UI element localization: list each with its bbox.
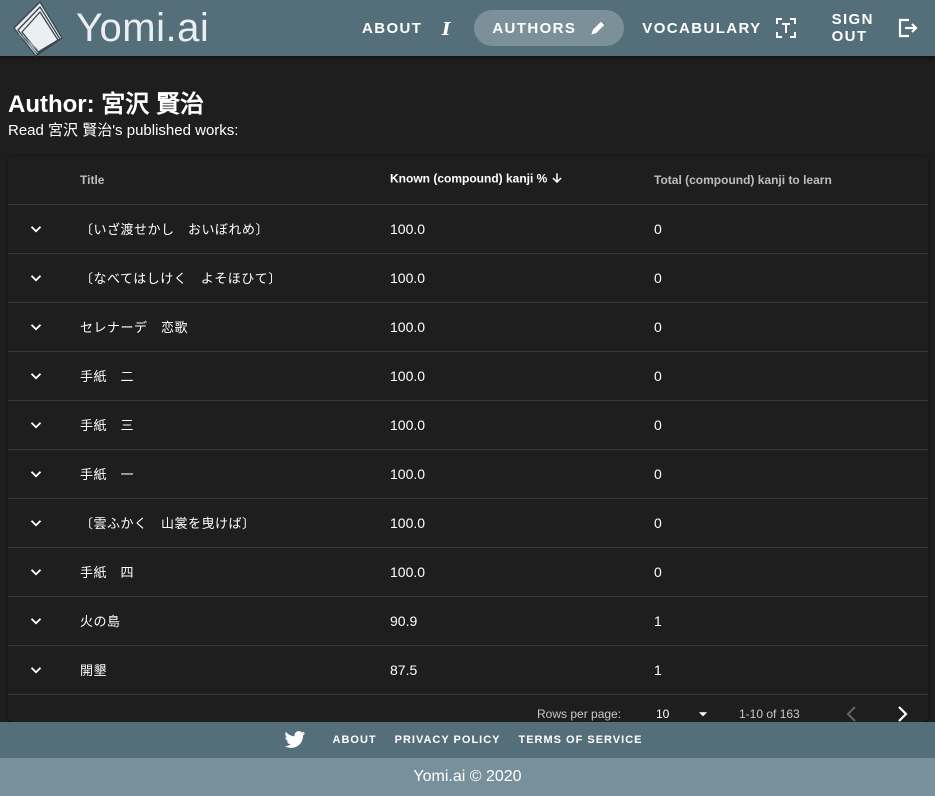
total-kanji-to-learn: 0 <box>654 498 928 548</box>
work-title: 手紙 三 <box>80 400 390 450</box>
total-kanji-to-learn: 0 <box>654 351 928 401</box>
total-kanji-to-learn: 0 <box>654 204 928 254</box>
nav-about-button[interactable]: ABOUT i <box>344 10 474 46</box>
caret-down-icon <box>696 707 710 722</box>
chevron-down-icon[interactable] <box>8 401 64 449</box>
total-kanji-to-learn: 0 <box>654 400 928 450</box>
expand-cell <box>8 351 80 401</box>
work-title: 手紙 一 <box>80 449 390 499</box>
page-range-text: 1-10 of 163 <box>739 707 800 721</box>
chevron-down-icon[interactable] <box>8 499 64 547</box>
chevron-down-icon[interactable] <box>8 450 64 498</box>
logout-icon <box>895 16 919 40</box>
table-row[interactable]: 手紙 三 100.0 0 <box>8 400 928 450</box>
total-kanji-to-learn: 0 <box>654 302 928 352</box>
chevron-down-icon[interactable] <box>8 597 64 645</box>
table-row[interactable]: 手紙 四 100.0 0 <box>8 547 928 597</box>
total-kanji-to-learn: 0 <box>654 253 928 303</box>
title-column-header[interactable]: Title <box>80 156 390 205</box>
app-bar: Yomi.ai ABOUT i AUTHORS VOCABULARY <box>0 0 935 58</box>
work-title: セレナーデ 恋歌 <box>80 302 390 352</box>
twitter-icon[interactable] <box>284 730 306 750</box>
table-row[interactable]: 〔いざ渡せかし おいぼれめ〕 100.0 0 <box>8 204 928 254</box>
table-row[interactable]: 手紙 二 100.0 0 <box>8 351 928 401</box>
rows-per-page-label: Rows per page: <box>537 707 622 721</box>
footer-about-link[interactable]: ABOUT <box>333 734 377 746</box>
work-title: 〔雲ふかく 山裳を曳けば〕 <box>80 498 390 548</box>
copyright: Yomi.ai © 2020 <box>0 758 935 796</box>
footer-terms-link[interactable]: TERMS OF SERVICE <box>519 734 643 746</box>
known-kanji-percent: 100.0 <box>390 253 654 303</box>
page-subtitle: Read 宮沢 賢治's published works: <box>8 122 239 139</box>
page-title: Author: 宮沢 賢治 <box>8 91 204 118</box>
chevron-down-icon[interactable] <box>8 303 64 351</box>
site-footer-links: ABOUT PRIVACY POLICY TERMS OF SERVICE <box>0 722 935 758</box>
nav-sign-out-label: SIGN OUT <box>831 11 874 45</box>
known-kanji-percent: 100.0 <box>390 400 654 450</box>
pen-icon <box>588 18 608 38</box>
nav-about-label: ABOUT <box>362 19 423 37</box>
table-pagination: Rows per page: 10 1-10 of 163 <box>8 684 928 722</box>
chevron-right-icon[interactable] <box>890 702 914 722</box>
known-kanji-percent: 100.0 <box>390 449 654 499</box>
expand-cell <box>8 547 80 597</box>
nav-authors-label: AUTHORS <box>492 19 577 37</box>
chevron-down-icon[interactable] <box>8 352 64 400</box>
expand-cell <box>8 400 80 450</box>
nav-vocabulary-button[interactable]: VOCABULARY <box>624 10 813 46</box>
main-nav: ABOUT i AUTHORS VOCABULARY SIGN OUT <box>344 0 935 56</box>
work-title: 手紙 四 <box>80 547 390 597</box>
rows-per-page-value: 10 <box>656 707 670 721</box>
total-kanji-to-learn: 0 <box>654 547 928 597</box>
total-kanji-column-label: Total (compound) kanji to learn <box>654 172 832 187</box>
known-kanji-percent: 100.0 <box>390 351 654 401</box>
expand-cell <box>8 596 80 646</box>
brand-name: Yomi.ai <box>76 6 210 50</box>
table-row[interactable]: セレナーデ 恋歌 100.0 0 <box>8 302 928 352</box>
work-title: 手紙 二 <box>80 351 390 401</box>
work-title: 火の島 <box>80 596 390 646</box>
known-kanji-percent: 100.0 <box>390 204 654 254</box>
arrow-down-icon[interactable] <box>550 171 564 188</box>
nav-authors-button[interactable]: AUTHORS <box>474 10 625 46</box>
chevron-left-icon[interactable] <box>840 702 864 722</box>
table-row[interactable]: 〔なべてはしけく よそほひて〕 100.0 0 <box>8 253 928 303</box>
expand-cell <box>8 253 80 303</box>
total-kanji-to-learn: 1 <box>654 596 928 646</box>
total-kanji-column-header[interactable]: Total (compound) kanji to learn <box>654 156 928 205</box>
known-kanji-percent: 100.0 <box>390 498 654 548</box>
table-header-row: Title Known (compound) kanji % Total (co… <box>8 156 928 205</box>
text-recognition-icon <box>774 16 798 40</box>
known-kanji-percent: 100.0 <box>390 302 654 352</box>
chevron-down-icon[interactable] <box>8 254 64 302</box>
footer-privacy-link[interactable]: PRIVACY POLICY <box>395 734 501 746</box>
books-icon <box>10 0 66 58</box>
table-row[interactable]: 手紙 一 100.0 0 <box>8 449 928 499</box>
known-kanji-percent: 90.9 <box>390 596 654 646</box>
svg-text:i: i <box>441 19 452 40</box>
nav-sign-out-button[interactable]: SIGN OUT <box>814 10 935 46</box>
expand-cell <box>8 498 80 548</box>
work-title: 〔なべてはしけく よそほひて〕 <box>80 253 390 303</box>
table-row[interactable]: 〔雲ふかく 山裳を曳けば〕 100.0 0 <box>8 498 928 548</box>
known-kanji-percent: 100.0 <box>390 547 654 597</box>
known-kanji-column-label: Known (compound) kanji % <box>390 171 548 186</box>
works-table: Title Known (compound) kanji % Total (co… <box>8 156 928 722</box>
expand-cell <box>8 204 80 254</box>
work-title: 〔いざ渡せかし おいぼれめ〕 <box>80 204 390 254</box>
known-kanji-column-header[interactable]: Known (compound) kanji % <box>390 156 654 205</box>
expand-cell <box>8 302 80 352</box>
table-row[interactable]: 火の島 90.9 1 <box>8 596 928 646</box>
rows-per-page-select[interactable]: 10 <box>648 700 710 722</box>
chevron-down-icon[interactable] <box>8 205 64 253</box>
nav-vocabulary-label: VOCABULARY <box>642 19 762 37</box>
info-icon: i <box>434 16 458 40</box>
brand-logo[interactable]: Yomi.ai <box>0 0 210 58</box>
title-column-label: Title <box>80 172 105 187</box>
total-kanji-to-learn: 0 <box>654 449 928 499</box>
chevron-down-icon[interactable] <box>8 548 64 596</box>
expand-column-header <box>8 156 80 205</box>
expand-cell <box>8 449 80 499</box>
